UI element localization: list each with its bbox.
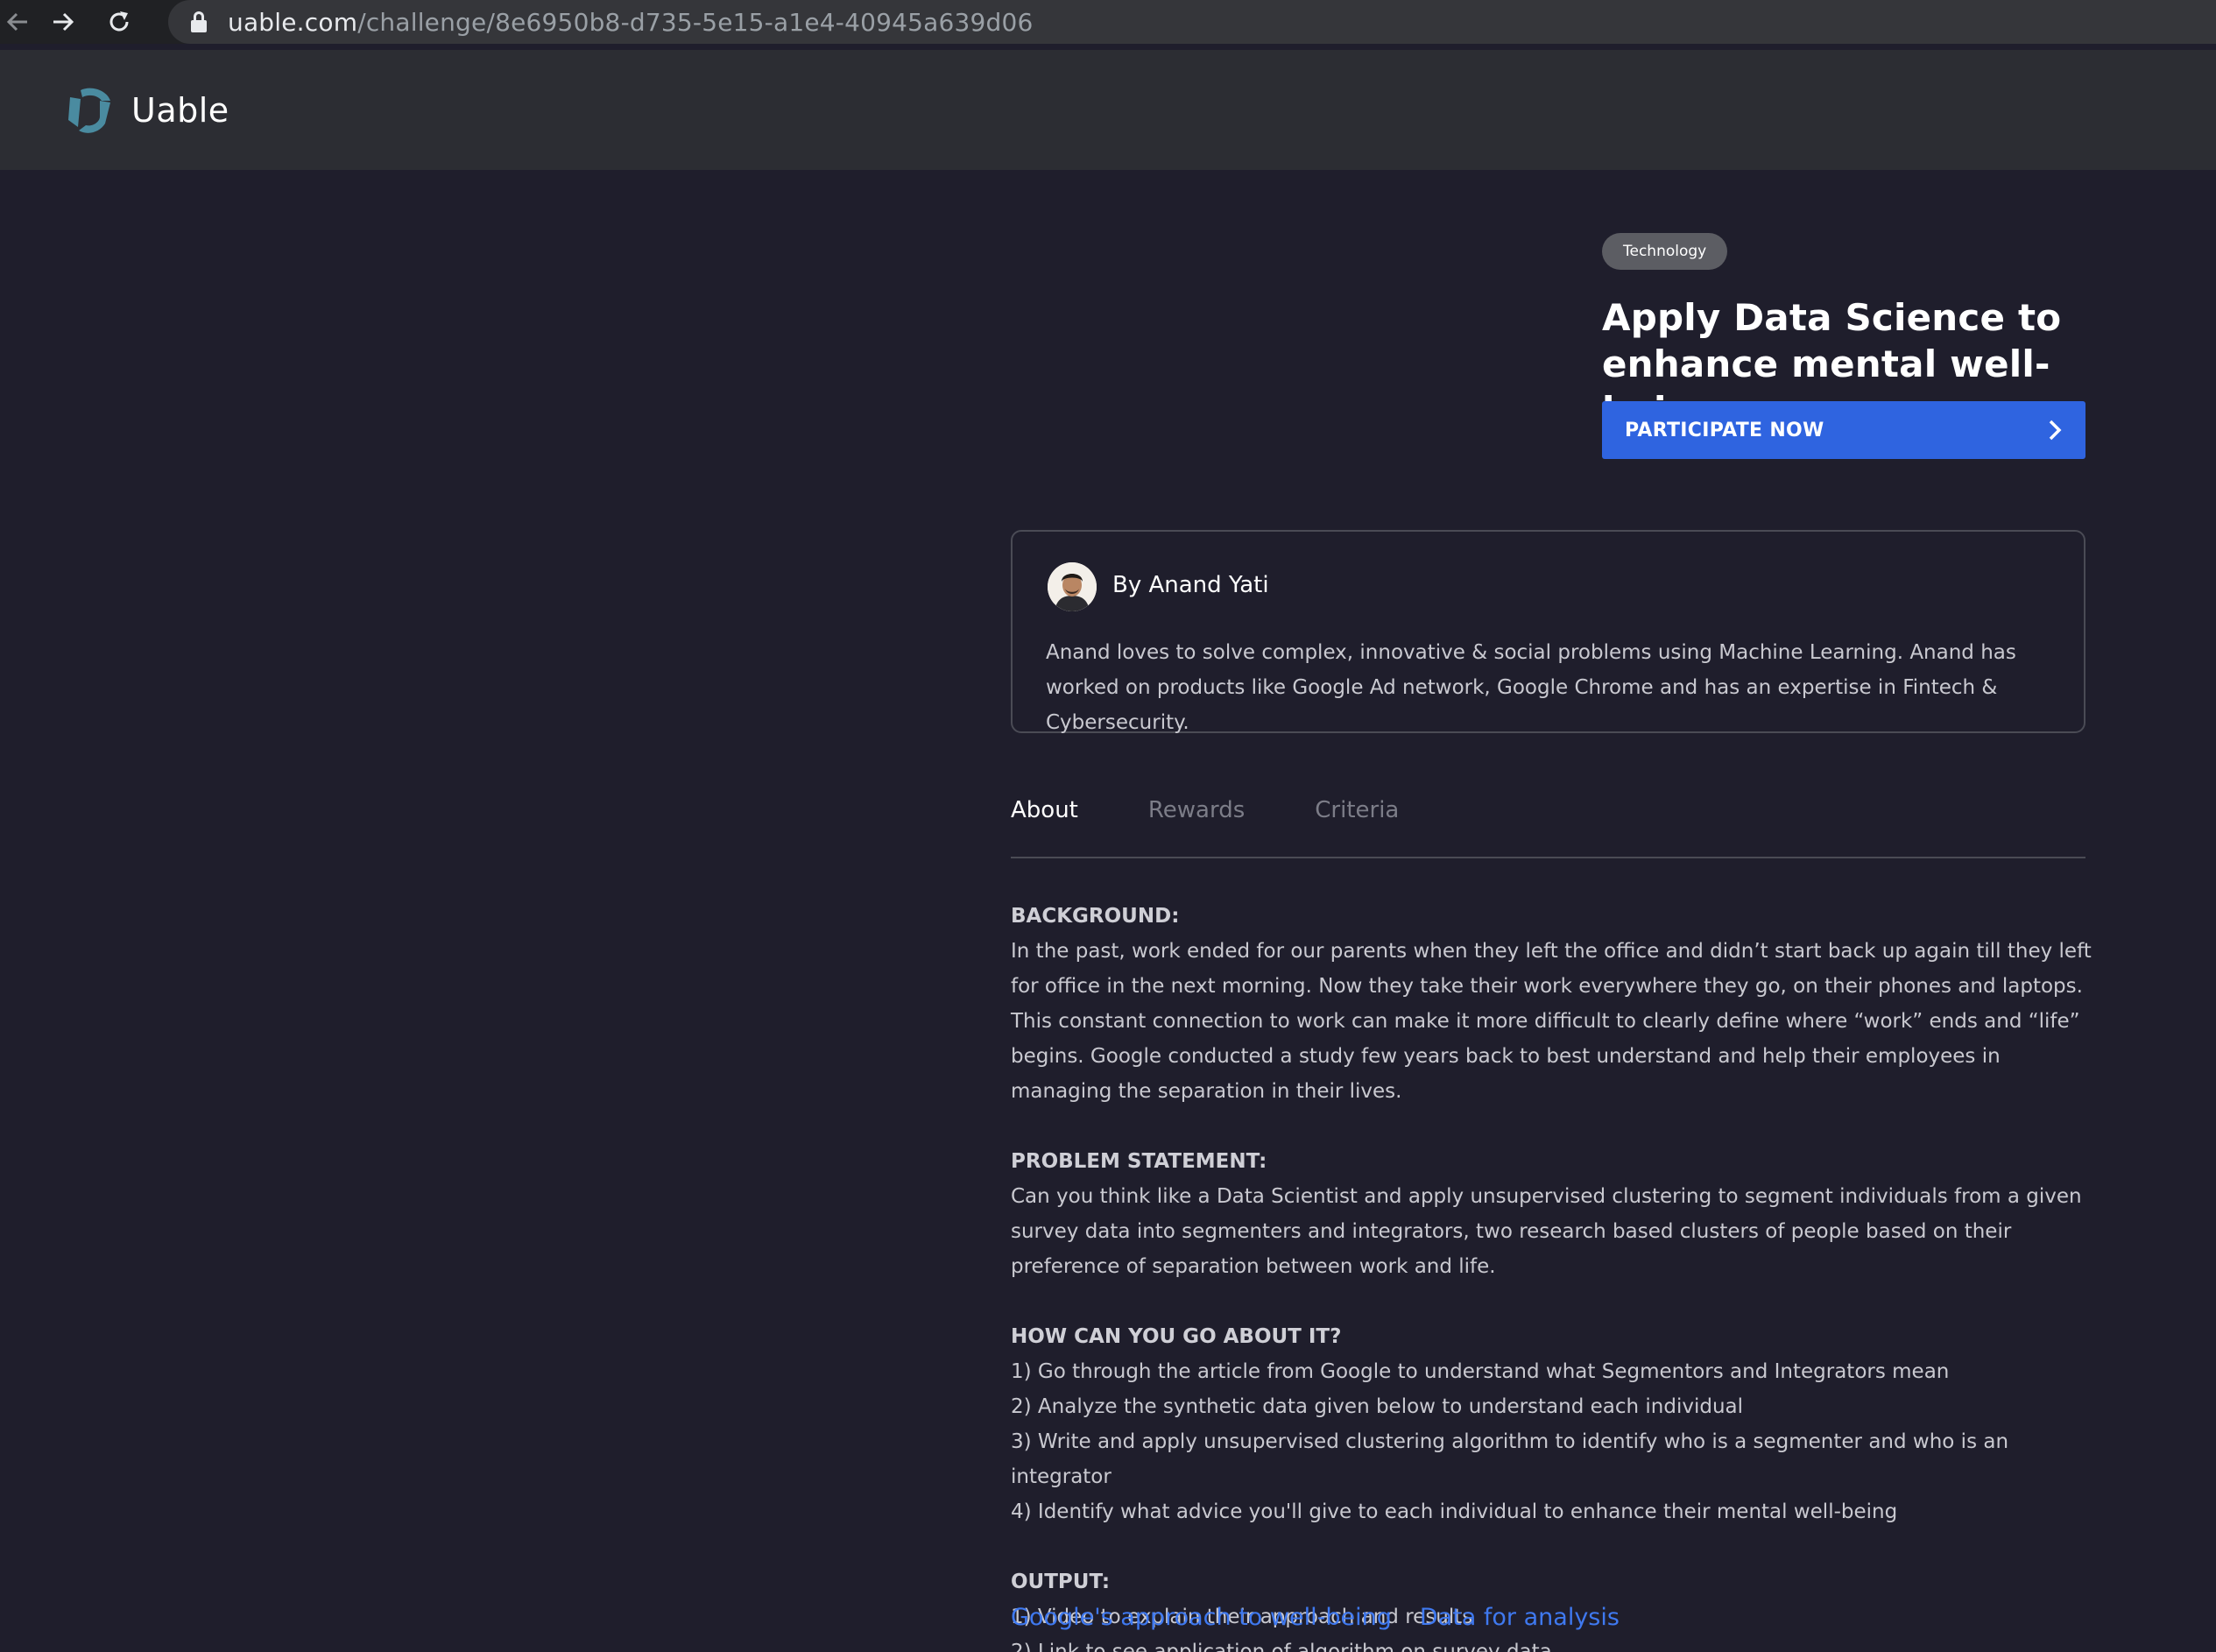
how-section: HOW CAN YOU GO ABOUT IT? 1) Go through t… [1011, 1319, 2097, 1529]
how-step: 3) Write and apply unsupervised clusteri… [1011, 1430, 2009, 1488]
background-section: BACKGROUND: In the past, work ended for … [1011, 899, 2097, 1109]
background-heading: BACKGROUND: [1011, 905, 1180, 928]
address-bar[interactable]: uable.com/challenge/8e6950b8-d735-5e15-a… [168, 0, 2216, 44]
about-content: BACKGROUND: In the past, work ended for … [1011, 899, 2097, 1652]
problem-heading: PROBLEM STATEMENT: [1011, 1150, 1267, 1173]
browser-toolbar: uable.com/challenge/8e6950b8-d735-5e15-a… [0, 0, 2216, 44]
site-header: Uable [0, 50, 2216, 170]
site-logo-text[interactable]: Uable [131, 91, 229, 130]
output-item: 2) Link to see application of algorithm … [1011, 1641, 1552, 1652]
participate-now-label: PARTICIPATE NOW [1625, 419, 1824, 441]
lock-icon [191, 11, 207, 32]
how-heading: HOW CAN YOU GO ABOUT IT? [1011, 1325, 1342, 1348]
reload-button[interactable] [91, 0, 147, 44]
tab-about[interactable]: About [1011, 788, 1078, 823]
forward-button[interactable] [35, 0, 91, 44]
uable-logo-icon[interactable] [61, 81, 119, 139]
challenge-tabs: About Rewards Criteria [1011, 788, 2085, 858]
how-step: 2) Analyze the synthetic data given belo… [1011, 1395, 1744, 1418]
back-button[interactable] [0, 0, 35, 44]
participate-now-button[interactable]: PARTICIPATE NOW [1602, 401, 2085, 459]
resource-links: Google's approach to well-being Data for… [1011, 1604, 1648, 1631]
data-for-analysis-link[interactable]: Data for analysis [1420, 1604, 1620, 1631]
output-heading: OUTPUT: [1011, 1571, 1111, 1593]
how-step: 1) Go through the article from Google to… [1011, 1360, 1950, 1383]
url-text: uable.com/challenge/8e6950b8-d735-5e15-a… [228, 7, 1034, 37]
author-photo-icon [1048, 562, 1097, 611]
reload-icon [109, 11, 129, 32]
background-text: In the past, work ended for our parents … [1011, 940, 2092, 1103]
author-card: By Anand Yati Anand loves to solve compl… [1011, 530, 2085, 734]
how-step: 4) Identify what advice you'll give to e… [1011, 1500, 1898, 1523]
problem-section: PROBLEM STATEMENT: Can you think like a … [1011, 1144, 2097, 1284]
tab-rewards[interactable]: Rewards [1148, 788, 1245, 823]
tab-criteria[interactable]: Criteria [1315, 788, 1399, 823]
arrow-left-icon [6, 12, 27, 32]
chevron-right-icon [2049, 420, 2062, 441]
author-name: By Anand Yati [1112, 572, 1269, 598]
author-avatar [1048, 562, 1097, 611]
problem-text: Can you think like a Data Scientist and … [1011, 1185, 2082, 1278]
author-bio: Anand loves to solve complex, innovative… [1046, 641, 2016, 734]
category-tag: Technology [1602, 233, 1728, 270]
google-approach-link[interactable]: Google's approach to well-being [1011, 1604, 1392, 1631]
arrow-right-icon [53, 12, 74, 32]
